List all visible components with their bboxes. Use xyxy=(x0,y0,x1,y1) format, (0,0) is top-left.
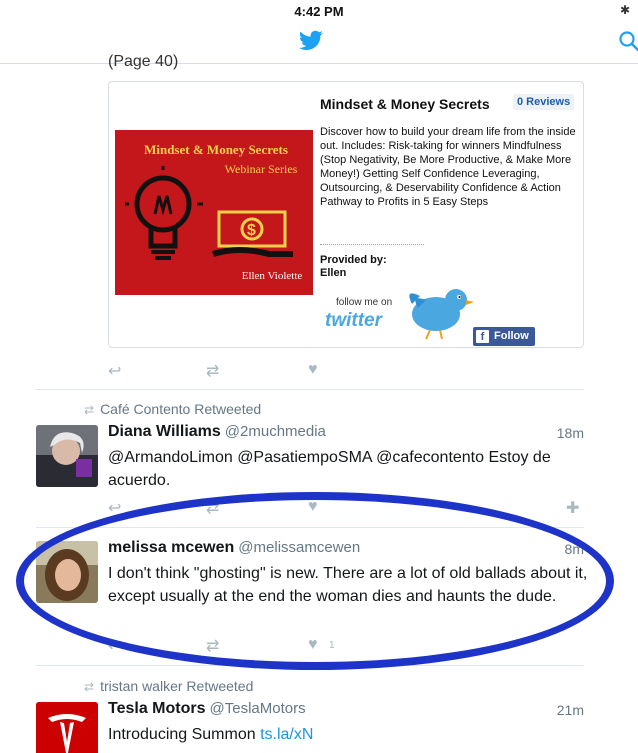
tweet-timestamp[interactable]: 21m xyxy=(548,702,584,718)
bluetooth-icon: ✱ xyxy=(620,3,631,17)
facebook-follow-button[interactable]: f Follow xyxy=(473,327,535,346)
card-divider xyxy=(320,244,424,245)
follow-user-icon[interactable]: ✚ xyxy=(566,498,579,518)
like-count: 1 xyxy=(329,640,335,651)
card-provided-by: Provided by: Ellen xyxy=(320,254,387,280)
retweet-small-icon: ⇄ xyxy=(84,680,95,694)
retweet-icon[interactable]: ⇄ xyxy=(206,498,219,518)
tweet-divider xyxy=(36,527,584,528)
like-heart-icon[interactable]: ♥ xyxy=(308,498,318,518)
lightbulb-icon xyxy=(125,166,203,260)
retweet-icon[interactable]: ⇄ xyxy=(206,361,219,381)
banner-subtitle: Webinar Series xyxy=(224,162,298,176)
money-hand-icon: $ xyxy=(212,210,293,257)
card-banner-image: Mindset & Money Secrets Webinar Series $… xyxy=(115,130,313,295)
author-name: Tesla Motors xyxy=(108,700,206,717)
retweet-small-icon: ⇄ xyxy=(84,403,95,417)
tweet-actions: ↩ ⇄ ♥ 1 xyxy=(108,636,588,656)
author-handle: @2muchmedia xyxy=(224,423,326,440)
follow-me-label: follow me on xyxy=(336,297,393,308)
tweet-text: @ArmandoLimon @PasatiempoSMA @cafeconten… xyxy=(108,449,551,489)
author-handle: @melissamcewen xyxy=(238,539,361,556)
tweet-author[interactable]: melissa mcewen @melissamcewen xyxy=(108,539,360,557)
tweet-actions: ↩ ⇄ ♥ ✚ xyxy=(108,498,588,518)
card-description: Discover how to build your dream life fr… xyxy=(320,126,576,208)
tweet-timestamp[interactable]: 8m xyxy=(548,541,584,557)
twitter-wordmark: twitter xyxy=(325,310,382,331)
link-card[interactable]: Mindset & Money Secrets Webinar Series $… xyxy=(108,81,584,348)
card-title: Mindset & Money Secrets xyxy=(320,96,490,112)
banner-author: Ellen Violette xyxy=(241,270,303,282)
retweeted-by-label: ⇄ Café Contento Retweeted xyxy=(84,401,262,417)
author-name: Diana Williams xyxy=(108,423,221,440)
clipped-text: (Page 40) xyxy=(108,53,179,70)
tweet-text: Introducing Summon ts.la/xN xyxy=(108,723,588,746)
avatar[interactable] xyxy=(36,425,98,487)
reply-icon[interactable]: ↩ xyxy=(108,498,121,518)
facebook-icon: f xyxy=(476,330,489,343)
tweet-text: I don't think "ghosting" is new. There a… xyxy=(108,565,588,605)
avatar-image xyxy=(36,425,98,487)
like-heart-icon[interactable]: ♥ xyxy=(308,361,318,381)
tweet-divider xyxy=(36,389,584,390)
tweet-timestamp[interactable]: 18m xyxy=(548,425,584,441)
tweet-link[interactable]: ts.la/xN xyxy=(260,726,313,743)
author-name: melissa mcewen xyxy=(108,539,235,556)
twitter-bird-icon[interactable] xyxy=(297,28,325,54)
search-icon[interactable] xyxy=(619,30,638,52)
avatar[interactable] xyxy=(36,702,98,753)
tweet-author[interactable]: Tesla Motors @TeslaMotors xyxy=(108,700,306,718)
facebook-follow-label: Follow xyxy=(494,330,529,342)
tweet-author[interactable]: Diana Williams @2muchmedia xyxy=(108,423,326,441)
provided-by-label: Provided by: xyxy=(320,254,387,266)
svg-text:$: $ xyxy=(247,222,256,239)
retweeted-by-label: ⇄ tristan walker Retweeted xyxy=(84,678,254,694)
status-time: 4:42 PM xyxy=(294,4,344,19)
tweet-divider xyxy=(36,665,584,666)
retweet-icon[interactable]: ⇄ xyxy=(206,636,219,656)
tesla-logo-icon xyxy=(36,702,98,753)
avatar-image xyxy=(36,541,98,603)
banner-title: Mindset & Money Secrets xyxy=(144,142,288,157)
reply-icon[interactable]: ↩ xyxy=(108,636,121,656)
twitter-bird-mascot-icon xyxy=(409,289,474,340)
tweet-text-body: Introducing Summon xyxy=(108,726,261,743)
reply-icon[interactable]: ↩ xyxy=(108,361,121,381)
author-handle: @TeslaMotors xyxy=(209,700,306,717)
provider-name: Ellen xyxy=(320,267,347,279)
like-heart-icon[interactable]: ♥ xyxy=(308,636,318,656)
nav-bar xyxy=(0,22,638,64)
card-reviews[interactable]: 0 Reviews xyxy=(513,94,575,110)
tweet-actions: ↩ ⇄ ♥ xyxy=(108,361,588,381)
status-bar: 4:42 PM ✱ xyxy=(0,0,638,22)
avatar[interactable] xyxy=(36,541,98,603)
